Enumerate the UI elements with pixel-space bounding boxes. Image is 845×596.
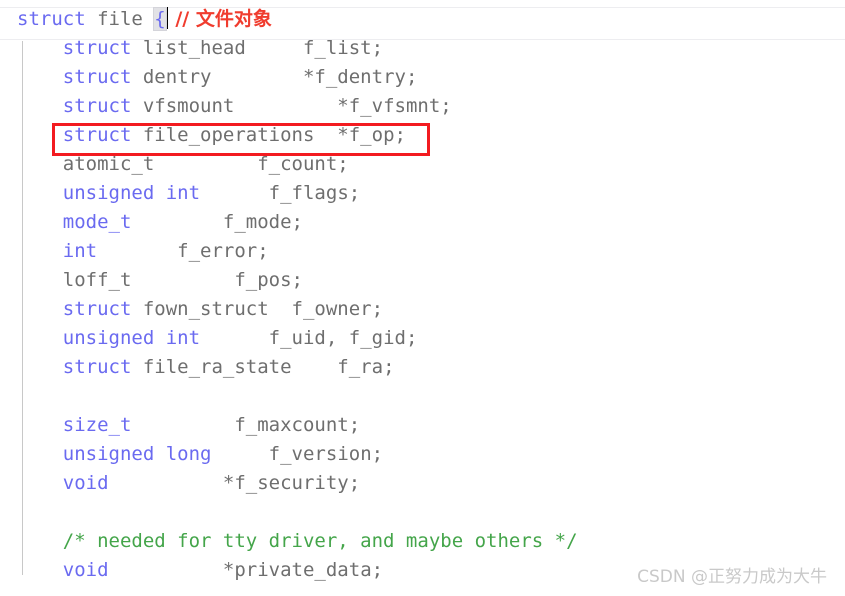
code-line[interactable]: struct vfsmount *f_vfsmnt; xyxy=(17,92,452,121)
code-line[interactable]: mode_t f_mode; xyxy=(17,208,303,237)
code-token: f_mode; xyxy=(131,211,303,233)
code-token: f_error; xyxy=(97,240,269,262)
code-token: f_version; xyxy=(211,443,384,465)
code-token: f_flags; xyxy=(200,182,361,204)
code-line[interactable]: struct file_operations *f_op; xyxy=(17,121,406,150)
code-token: fown_struct f_owner; xyxy=(131,298,384,320)
code-line[interactable]: unsigned int f_flags; xyxy=(17,179,360,208)
code-token: unsigned int xyxy=(62,327,201,349)
code-token: { xyxy=(153,7,167,31)
code-token: struct xyxy=(62,66,132,88)
code-token: f_uid, f_gid; xyxy=(200,327,418,349)
code-token: size_t xyxy=(62,414,132,436)
code-token: loff_t f_pos; xyxy=(62,269,303,291)
code-line[interactable]: struct fown_struct f_owner; xyxy=(17,295,383,324)
code-line[interactable]: int f_error; xyxy=(17,237,269,266)
watermark-text: CSDN @正努力成为大牛 xyxy=(637,567,827,587)
code-line[interactable]: struct dentry *f_dentry; xyxy=(17,63,418,92)
code-token: mode_t xyxy=(62,211,132,233)
code-token: struct xyxy=(62,298,132,320)
code-token: int xyxy=(62,240,98,262)
code-token: unsigned int xyxy=(62,182,201,204)
code-line[interactable]: struct list_head f_list; xyxy=(17,34,383,63)
code-token: atomic_t f_count; xyxy=(62,153,349,175)
code-token: struct xyxy=(17,8,86,30)
code-line[interactable]: struct file_ra_state f_ra; xyxy=(17,353,395,382)
code-line[interactable]: /* needed for tty driver, and maybe othe… xyxy=(17,527,578,556)
code-token: void xyxy=(62,559,109,581)
code-token: unsigned long xyxy=(62,443,212,465)
text-caret xyxy=(165,7,168,29)
code-token: file_ra_state f_ra; xyxy=(131,356,395,378)
code-line[interactable]: void *f_security; xyxy=(17,469,360,498)
code-token: void xyxy=(62,472,109,494)
code-line[interactable]: struct file { // 文件对象 xyxy=(17,5,272,34)
code-token: struct xyxy=(62,95,132,117)
code-editor[interactable]: struct file { // 文件对象 struct list_head f… xyxy=(0,0,845,596)
code-token: struct xyxy=(62,37,132,59)
code-token: file xyxy=(85,8,155,30)
code-token: dentry *f_dentry; xyxy=(131,66,418,88)
code-line[interactable]: size_t f_maxcount; xyxy=(17,411,360,440)
code-token: f_maxcount; xyxy=(131,414,361,436)
code-token: struct xyxy=(62,356,132,378)
code-token: // 文件对象 xyxy=(168,8,272,30)
code-token: *f_security; xyxy=(108,472,361,494)
code-token: list_head f_list; xyxy=(131,37,384,59)
code-line[interactable]: unsigned long f_version; xyxy=(17,440,383,469)
code-token: vfsmount *f_vfsmnt; xyxy=(131,95,452,117)
code-token: struct xyxy=(62,124,132,146)
code-line[interactable]: unsigned int f_uid, f_gid; xyxy=(17,324,418,353)
code-token: /* needed for tty driver, and maybe othe… xyxy=(62,530,578,552)
code-line[interactable]: loff_t f_pos; xyxy=(17,266,303,295)
code-line[interactable]: atomic_t f_count; xyxy=(17,150,349,179)
code-token: *private_data; xyxy=(108,559,384,581)
code-token: file_operations *f_op; xyxy=(131,124,406,146)
code-line[interactable]: void *private_data; xyxy=(17,556,383,585)
